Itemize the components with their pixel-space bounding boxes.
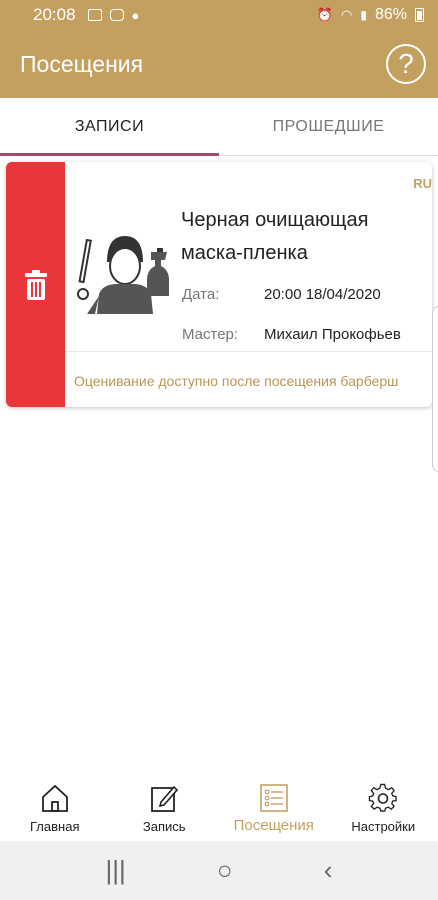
nav-booking-label: Запись	[142, 819, 186, 834]
date-label: Дата:	[182, 286, 220, 303]
edit-icon	[151, 785, 179, 812]
master-value: Михаил Прокофьев	[264, 326, 401, 343]
nav-settings[interactable]: Настройки	[329, 775, 438, 841]
system-status-icons: ⏰ ◠ ▮ 86%	[317, 6, 424, 24]
service-name: Черная очищающая маска-пленка	[181, 209, 369, 264]
tab-bar: ЗАПИСИ ПРОШЕДШИЕ	[0, 98, 438, 156]
gear-icon	[369, 783, 397, 812]
nav-booking[interactable]: Запись	[110, 775, 220, 841]
list-icon	[259, 784, 288, 812]
signal-icon: ▮	[360, 8, 367, 22]
nav-home-label: Главная	[30, 819, 80, 834]
help-icon: ?	[398, 48, 414, 79]
status-bar: 20:08 ● ⏰ ◠ ▮ 86%	[0, 0, 438, 30]
page-title: Посещения	[20, 50, 144, 77]
app-bar: Посещения ?	[0, 30, 438, 98]
app-notification-icon: ●	[131, 7, 140, 23]
nav-visits[interactable]: Посещения	[219, 775, 329, 841]
tab-past-label: ПРОШЕДШИЕ	[272, 118, 385, 135]
appointment-details: RU Черная очищающая маска-пленка Дата: 2…	[65, 162, 432, 407]
battery-percent: 86%	[374, 6, 407, 23]
master-row: Мастер: Михаил Прокофьев	[182, 326, 401, 343]
nav-settings-label: Настройки	[351, 819, 416, 834]
tab-divider	[219, 155, 438, 156]
instagram-icon	[109, 9, 124, 21]
date-value: 20:00 18/04/2020	[264, 286, 381, 303]
trash-icon	[24, 269, 47, 300]
home-icon	[41, 784, 68, 812]
language-tag: RU	[413, 176, 432, 191]
appointment-card[interactable]: RU Черная очищающая маска-пленка Дата: 2…	[6, 162, 432, 407]
barber-icon	[77, 236, 169, 314]
date-row: Дата: 20:00 18/04/2020	[182, 286, 381, 303]
card-divider	[65, 351, 432, 352]
system-navigation-bar: ||| ○ ‹	[0, 841, 438, 900]
recents-button[interactable]: |||	[106, 855, 126, 886]
home-button[interactable]: ○	[217, 855, 233, 886]
rating-note: Оценивание доступно после посещения барб…	[74, 373, 399, 389]
nav-visits-label: Посещения	[233, 817, 314, 834]
tab-past[interactable]: ПРОШЕДШИЕ	[219, 98, 438, 156]
status-time: 20:08	[33, 5, 76, 24]
help-button[interactable]: ?	[386, 44, 426, 84]
edge-panel-handle[interactable]	[432, 306, 438, 472]
battery-icon	[415, 8, 424, 22]
back-button[interactable]: ‹	[324, 855, 333, 886]
gallery-icon	[87, 9, 102, 21]
tab-upcoming-label: ЗАПИСИ	[74, 118, 145, 135]
bottom-navigation: Главная Запись Посещения Настройки	[0, 775, 438, 841]
master-label: Мастер:	[182, 326, 239, 343]
delete-button[interactable]	[6, 162, 65, 407]
nav-home[interactable]: Главная	[0, 775, 110, 841]
tab-upcoming[interactable]: ЗАПИСИ	[0, 98, 219, 156]
notification-icons: ●	[87, 7, 140, 23]
wifi-icon: ◠	[341, 7, 353, 22]
alarm-icon: ⏰	[316, 7, 334, 22]
